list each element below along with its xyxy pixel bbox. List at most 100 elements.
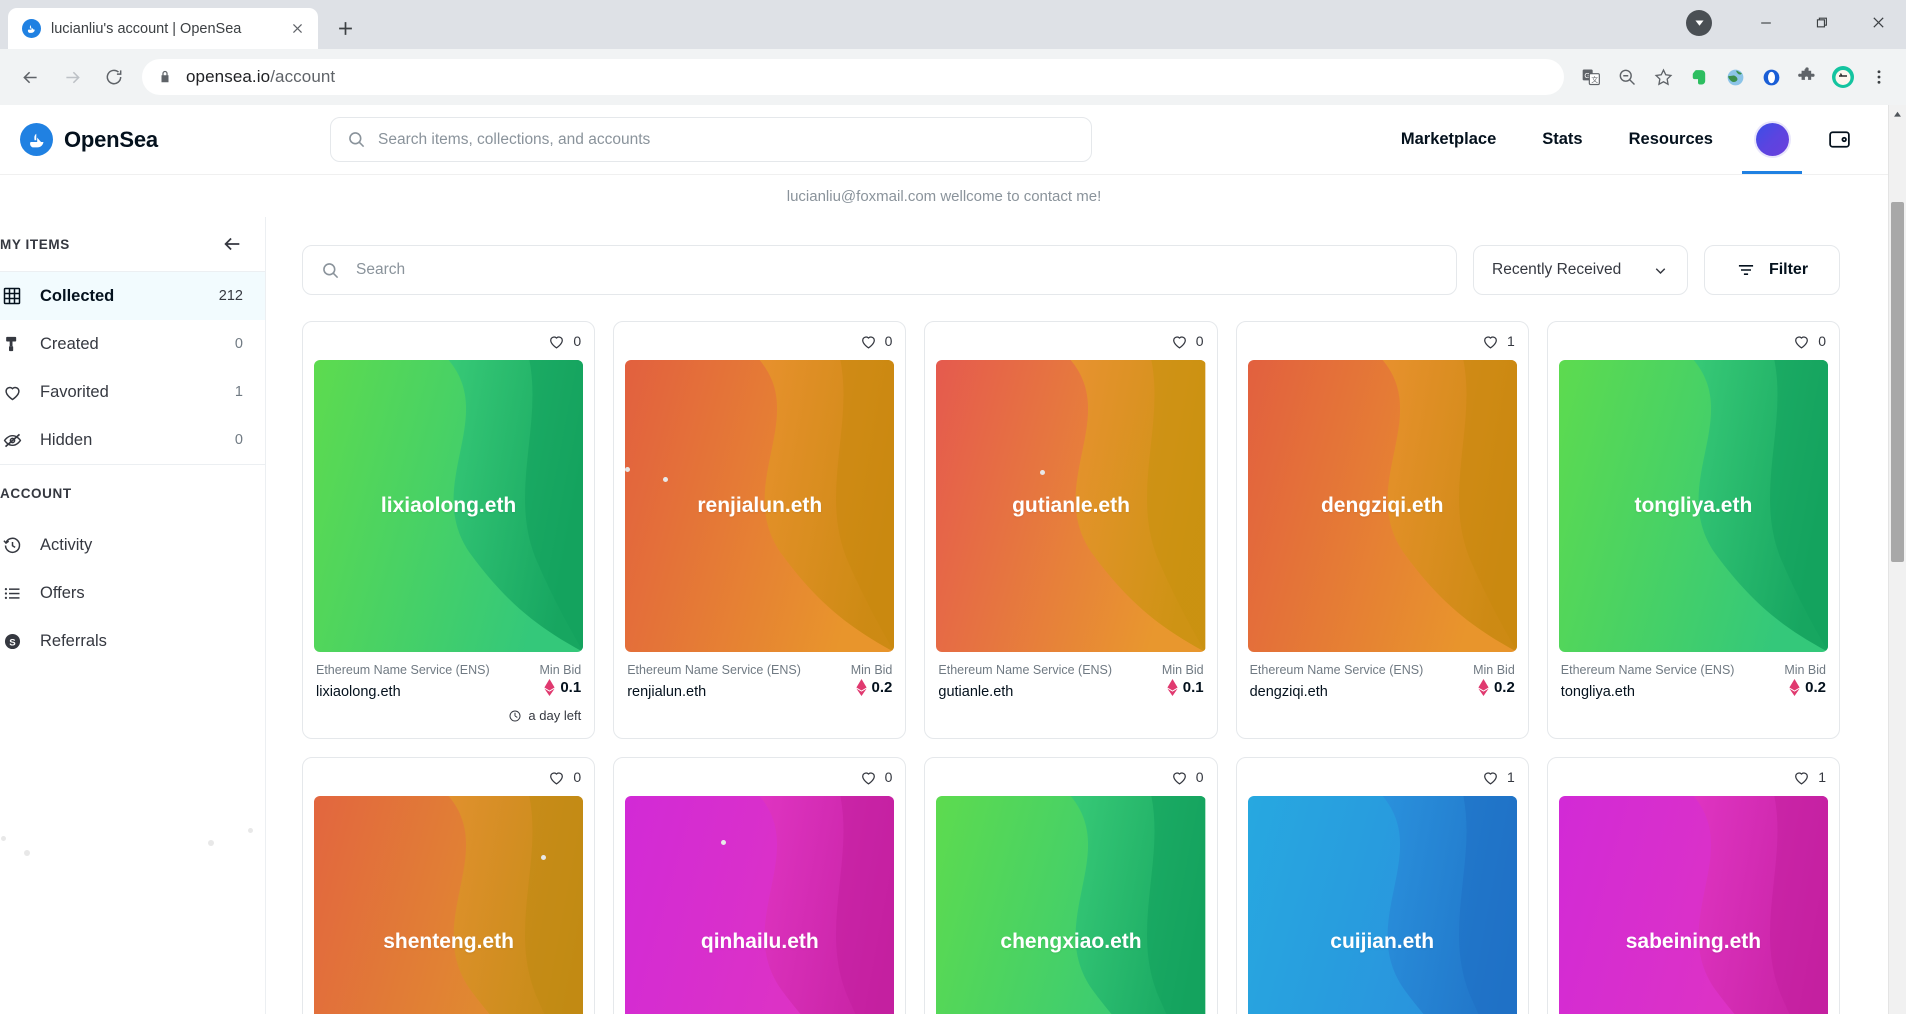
minimize-icon[interactable]	[1738, 0, 1794, 45]
sidebar-item-hidden[interactable]: Hidden 0	[0, 416, 265, 464]
search-icon	[321, 261, 340, 280]
heart-outline-icon[interactable]	[1481, 332, 1500, 351]
heart-outline-icon[interactable]	[1792, 332, 1811, 351]
chevron-down-icon	[1652, 262, 1669, 279]
forward-arrow-icon[interactable]	[52, 57, 92, 97]
card-like-row[interactable]: 0	[1548, 322, 1839, 360]
nft-artwork[interactable]: renjialun.eth	[625, 360, 894, 652]
download-chevron-icon[interactable]	[1686, 10, 1712, 36]
nft-card[interactable]: 0 tongliya.eth	[1547, 321, 1840, 739]
nft-artwork[interactable]: dengziqi.eth	[1248, 360, 1517, 652]
card-price-value: 0.2	[872, 679, 893, 696]
nft-artwork[interactable]: sabeining.eth	[1559, 796, 1828, 1014]
card-like-count: 1	[1507, 333, 1515, 349]
card-collection-name: Ethereum Name Service (ENS)	[316, 663, 490, 677]
nft-card[interactable]: 1 sabeining.eth	[1547, 757, 1840, 1014]
artifact-dot	[1, 836, 6, 841]
nft-card[interactable]: 0 qinhailu.eth	[613, 757, 906, 1014]
nft-artwork[interactable]: gutianle.eth	[936, 360, 1205, 652]
card-price: 0.1	[1167, 679, 1204, 696]
card-min-bid-label: Min Bid	[1784, 663, 1826, 677]
account-avatar-button[interactable]	[1736, 105, 1808, 174]
close-icon[interactable]	[286, 18, 308, 40]
nft-card[interactable]: 0 shenteng.eth	[302, 757, 595, 1014]
window-close-icon[interactable]	[1850, 0, 1906, 45]
card-like-row[interactable]: 1	[1237, 322, 1528, 360]
nft-card[interactable]: 1 dengziqi.eth	[1236, 321, 1529, 739]
nft-artwork[interactable]: lixiaolong.eth	[314, 360, 583, 652]
sidebar-item-activity[interactable]: Activity	[0, 521, 265, 569]
bookmark-star-icon[interactable]	[1646, 60, 1680, 94]
card-min-bid-label: Min Bid	[851, 663, 893, 677]
heart-outline-icon[interactable]	[1170, 768, 1189, 787]
filter-icon	[1736, 260, 1756, 280]
translate-icon[interactable]: G文	[1574, 60, 1608, 94]
sidebar-item-created[interactable]: Created 0	[0, 320, 265, 368]
global-search[interactable]	[330, 117, 1092, 162]
back-arrow-icon[interactable]	[10, 57, 50, 97]
card-like-row[interactable]: 0	[303, 322, 594, 360]
nav-item-stats[interactable]: Stats	[1519, 105, 1605, 174]
evernote-extension-icon[interactable]	[1682, 60, 1716, 94]
page-scrollbar[interactable]	[1888, 105, 1906, 1014]
nft-card[interactable]: 0 renjialun.eth	[613, 321, 906, 739]
card-like-row[interactable]: 0	[925, 758, 1216, 796]
nft-card[interactable]: 0 chengxiao.eth	[924, 757, 1217, 1014]
zoom-out-icon[interactable]	[1610, 60, 1644, 94]
global-search-input[interactable]	[378, 131, 1075, 149]
sidebar-item-referrals[interactable]: S Referrals	[0, 617, 265, 665]
wallet-icon[interactable]	[1808, 105, 1870, 174]
maximize-icon[interactable]	[1794, 0, 1850, 45]
clock-icon	[508, 709, 522, 723]
heart-outline-icon[interactable]	[547, 768, 566, 787]
sidebar-item-favorited[interactable]: Favorited 1	[0, 368, 265, 416]
sort-dropdown[interactable]: Recently Received	[1473, 245, 1688, 295]
sidebar-label: Activity	[40, 536, 243, 555]
card-like-row[interactable]: 1	[1237, 758, 1528, 796]
scrollbar-thumb[interactable]	[1891, 202, 1904, 562]
nft-artwork[interactable]: chengxiao.eth	[936, 796, 1205, 1014]
heart-outline-icon[interactable]	[1170, 332, 1189, 351]
heart-outline-icon[interactable]	[1792, 768, 1811, 787]
filter-button[interactable]: Filter	[1704, 245, 1840, 295]
heart-outline-icon[interactable]	[859, 332, 878, 351]
card-like-row[interactable]: 0	[614, 322, 905, 360]
artifact-dot	[663, 477, 668, 482]
site-logo[interactable]: OpenSea	[20, 123, 330, 156]
items-search[interactable]	[302, 245, 1457, 295]
sidebar-item-collected[interactable]: Collected 212	[0, 272, 265, 320]
profile-avatar-icon[interactable]	[1826, 60, 1860, 94]
card-like-row[interactable]: 0	[925, 322, 1216, 360]
nft-artwork[interactable]: shenteng.eth	[314, 796, 583, 1014]
card-like-count: 1	[1818, 769, 1826, 785]
card-like-row[interactable]: 0	[303, 758, 594, 796]
items-search-input[interactable]	[356, 261, 1438, 279]
nft-card[interactable]: 1 cuijian.eth	[1236, 757, 1529, 1014]
reload-icon[interactable]	[94, 57, 134, 97]
arrow-left-icon[interactable]	[221, 233, 243, 255]
nft-artwork[interactable]: qinhailu.eth	[625, 796, 894, 1014]
heart-outline-icon[interactable]	[859, 768, 878, 787]
nft-card[interactable]: 0 lixiaolong.eth	[302, 321, 595, 739]
nft-artwork[interactable]: cuijian.eth	[1248, 796, 1517, 1014]
nft-artwork[interactable]: tongliya.eth	[1559, 360, 1828, 652]
new-tab-button[interactable]	[328, 11, 362, 45]
heart-outline-icon[interactable]	[1481, 768, 1500, 787]
sidebar-item-offers[interactable]: Offers	[0, 569, 265, 617]
scroll-up-arrow-icon[interactable]	[1889, 105, 1906, 123]
opera-extension-icon[interactable]	[1754, 60, 1788, 94]
browser-tab[interactable]: lucianliu's account | OpenSea	[8, 8, 318, 49]
puzzle-extensions-icon[interactable]	[1790, 60, 1824, 94]
chrome-menu-icon[interactable]	[1862, 60, 1896, 94]
card-like-row[interactable]: 1	[1548, 758, 1839, 796]
card-min-bid-label: Min Bid	[1473, 663, 1515, 677]
card-like-row[interactable]: 0	[614, 758, 905, 796]
nft-card[interactable]: 0 gutianle.eth	[924, 321, 1217, 739]
globe-extension-icon[interactable]	[1718, 60, 1752, 94]
card-like-count: 1	[1507, 769, 1515, 785]
nav-item-marketplace[interactable]: Marketplace	[1378, 105, 1519, 174]
nav-item-resources[interactable]: Resources	[1606, 105, 1736, 174]
address-bar[interactable]: opensea.io/account	[142, 59, 1564, 95]
heart-outline-icon[interactable]	[547, 332, 566, 351]
filter-button-label: Filter	[1769, 261, 1808, 279]
